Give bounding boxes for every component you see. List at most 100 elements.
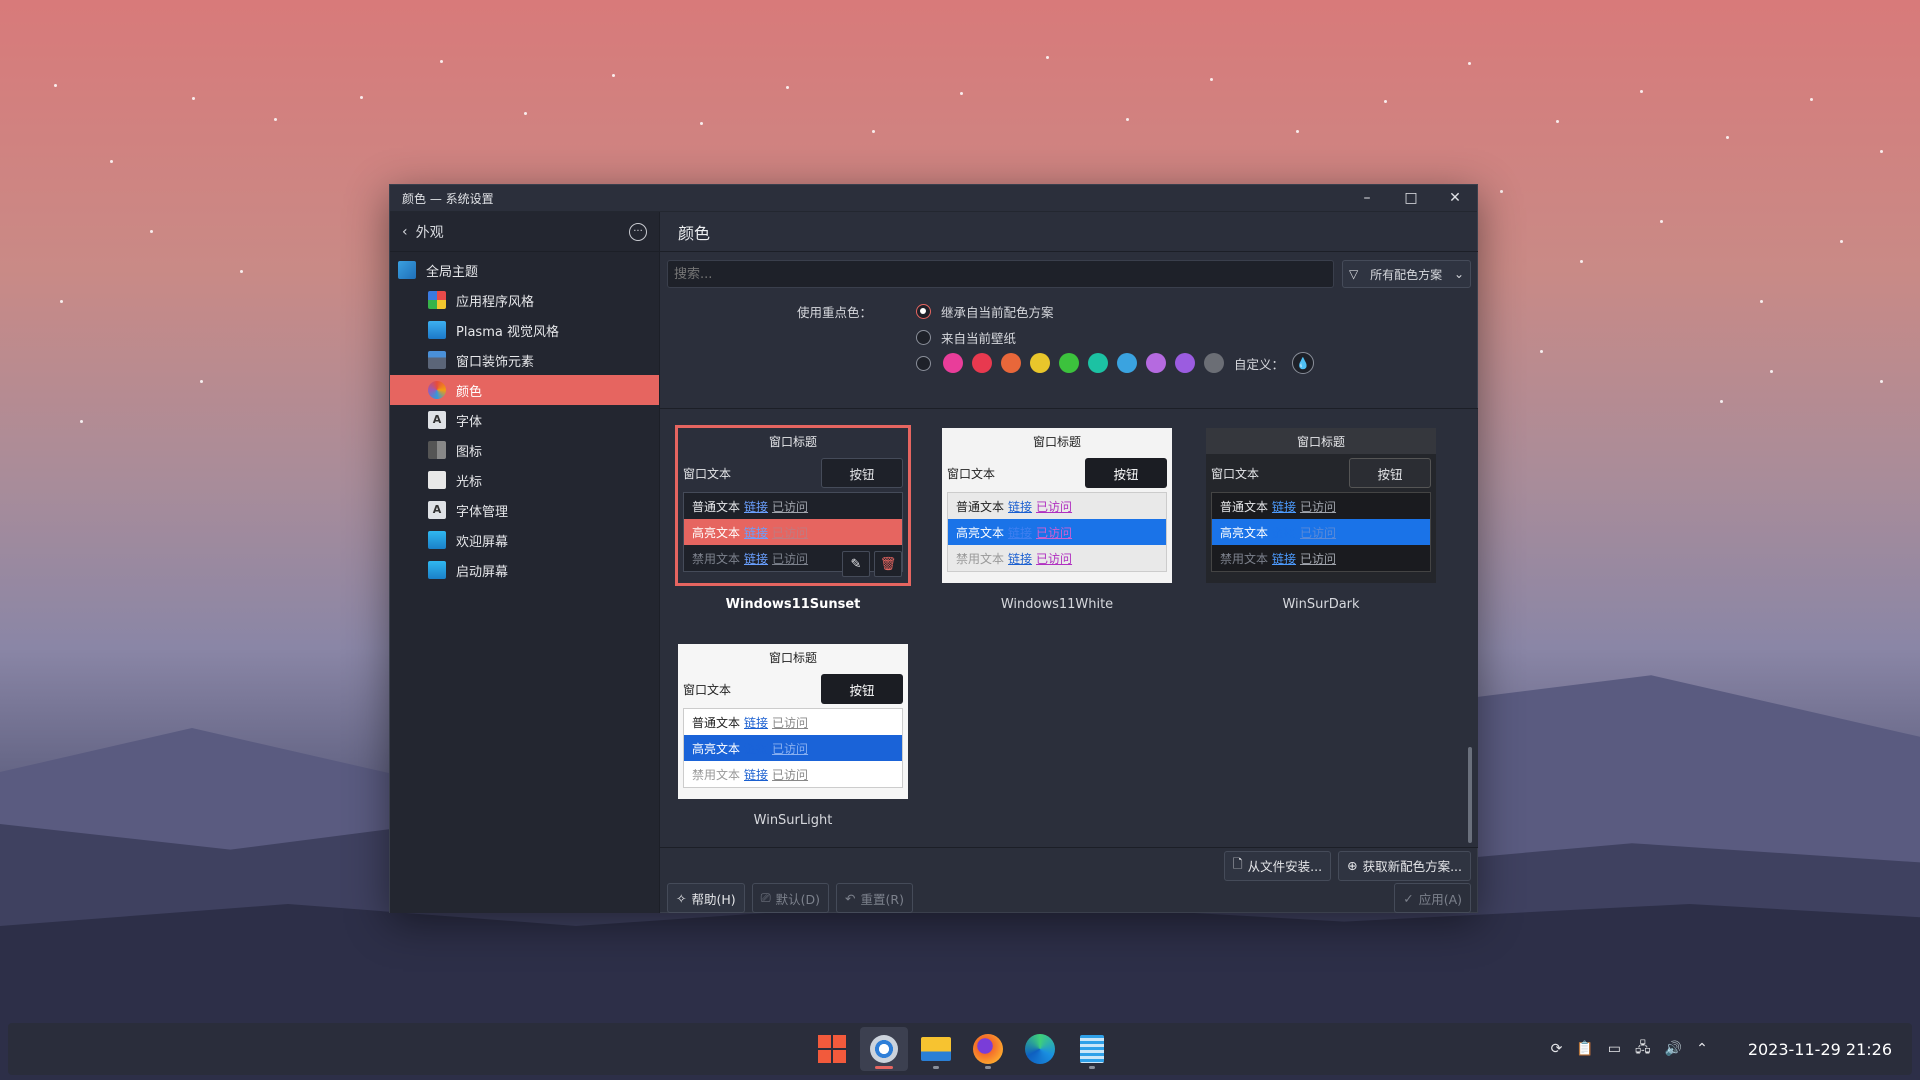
accent-swatch[interactable] <box>1117 353 1137 373</box>
color-picker-icon[interactable]: 💧 <box>1292 352 1315 374</box>
preview-link: 链接 <box>744 741 769 756</box>
close-button[interactable]: ✕ <box>1433 185 1477 212</box>
help-icon: ✧ <box>676 890 687 906</box>
preview-link: 链接 <box>744 551 769 566</box>
reset-label: 重置(R) <box>860 891 904 907</box>
taskbar-notes[interactable] <box>1068 1027 1116 1071</box>
taskbar-firefox[interactable] <box>964 1027 1012 1071</box>
sidebar-item-icons[interactable]: 图标 <box>390 435 659 465</box>
taskbar-system-settings[interactable] <box>860 1027 908 1071</box>
preview-window-row: 窗口文本 按钮 <box>942 454 1172 492</box>
update-icon[interactable]: ⟳ <box>1551 1041 1563 1057</box>
preview-window-text: 窗口文本 <box>683 466 732 481</box>
preview-visited: 已访问 <box>1300 525 1337 540</box>
scheme-actions-bar: 🗋 从文件安装... ⊕ 获取新配色方案... <box>660 849 1478 882</box>
font-manager-icon: A <box>428 501 446 519</box>
check-icon: ✓ <box>1403 890 1414 906</box>
grid-scrollbar[interactable] <box>1468 747 1472 843</box>
plasma-icon <box>428 321 446 339</box>
scheme-card-winsurdark[interactable]: 窗口标题 窗口文本 按钮 普通文本 链接 已访问 高亮文本 链接 已访问 禁用文本 链接已… <box>1206 428 1436 612</box>
defaults-icon: ⎚ <box>760 890 771 905</box>
reset-button[interactable]: ↶ 重置(R) <box>836 883 913 913</box>
sidebar-item-welcome-screen[interactable]: 欢迎屏幕 <box>390 525 659 555</box>
chevron-up-icon[interactable]: ⌃ <box>1696 1041 1708 1057</box>
more-options-icon[interactable]: ··· <box>629 222 647 241</box>
preview-visited: 已访问 <box>772 551 809 566</box>
radio-inherit[interactable] <box>916 304 931 319</box>
accent-option-wallpaper-label: 来自当前壁纸 <box>941 331 1017 346</box>
sidebar-item-label: 欢迎屏幕 <box>456 534 509 550</box>
accent-swatch[interactable] <box>972 353 992 373</box>
sidebar-item-plasma-style[interactable]: Plasma 视觉风格 <box>390 315 659 345</box>
preview-list: 普通文本 链接 已访问 高亮文本 链接 已访问 禁用文本 链接 已访问 <box>947 492 1167 572</box>
preview-disabled-text: 禁用文本 <box>692 767 741 782</box>
accent-option-wallpaper[interactable]: 来自当前壁纸 <box>916 328 1016 347</box>
scheme-preview: 窗口标题 窗口文本 按钮 普通文本 链接 已访问 高亮文本 链接 已访问 禁用文本 链接已… <box>1206 428 1436 583</box>
preview-disabled-row: 禁用文本 链接 已访问 <box>1212 545 1430 571</box>
sidebar-back-label[interactable]: 外观 <box>416 222 629 242</box>
accent-swatch[interactable] <box>1030 353 1050 373</box>
sidebar-item-window-decoration[interactable]: 窗口装饰元素 <box>390 345 659 375</box>
color-scheme-grid: 窗口标题 窗口文本 按钮 普通文本 链接 已访问 高亮文本 链接 已访问 禁用文本 链接已… <box>660 408 1478 848</box>
sidebar-item-label: 窗口装饰元素 <box>456 354 535 370</box>
sidebar-item-splash-screen[interactable]: 启动屏幕 <box>390 555 659 585</box>
clipboard-icon[interactable]: 📋 <box>1576 1041 1593 1057</box>
defaults-button[interactable]: ⎚ 默认(D) <box>751 883 830 913</box>
scheme-filter-dropdown[interactable]: ▽ 所有配色方案 ⌄ <box>1342 260 1471 288</box>
sidebar-list: 全局主题 应用程序风格 Plasma 视觉风格 窗口装饰元素 颜色 A 字体 图… <box>390 252 659 585</box>
radio-swatch[interactable] <box>916 355 931 371</box>
sidebar-item-font-management[interactable]: A 字体管理 <box>390 495 659 525</box>
scheme-card-windows11sunset[interactable]: 窗口标题 窗口文本 按钮 普通文本 链接 已访问 高亮文本 链接 已访问 禁用文本 链接已… <box>675 425 911 612</box>
edit-icon[interactable]: ✎ <box>842 551 870 577</box>
taskbar-file-manager[interactable] <box>912 1027 960 1071</box>
sidebar-item-label: 字体管理 <box>456 504 509 520</box>
apply-label: 应用(A) <box>1418 891 1462 907</box>
splash-screen-icon <box>428 561 446 579</box>
accent-swatch[interactable] <box>1146 353 1166 373</box>
volume-icon[interactable]: 🔊 <box>1665 1041 1682 1057</box>
accent-swatch[interactable] <box>1059 353 1079 373</box>
accent-swatch[interactable] <box>1175 353 1195 373</box>
network-icon[interactable]: 🖧 <box>1635 1037 1651 1061</box>
clock[interactable]: 2023-11-29 21:26 <box>1748 1040 1892 1059</box>
sidebar-item-app-style[interactable]: 应用程序风格 <box>390 285 659 315</box>
back-icon[interactable]: ‹ <box>402 224 408 240</box>
preview-link: 链接 <box>744 767 769 782</box>
sidebar-item-colors[interactable]: 颜色 <box>390 375 659 405</box>
window-titlebar[interactable]: 颜色 — 系统设置 – □ ✕ <box>390 185 1477 212</box>
accent-swatch[interactable] <box>1204 353 1224 373</box>
radio-wallpaper[interactable] <box>916 330 931 345</box>
preview-button: 按钮 <box>1085 458 1167 488</box>
preview-highlight-row: 高亮文本 链接 已访问 <box>684 519 902 545</box>
main-panel: 颜色 ▽ 所有配色方案 ⌄ 使用重点色： 继承自当前配色方案 来自当前壁纸 <box>660 212 1478 913</box>
search-input[interactable] <box>667 260 1334 288</box>
sidebar-item-cursors[interactable]: 光标 <box>390 465 659 495</box>
preview-title: 窗口标题 <box>942 428 1172 454</box>
apply-button[interactable]: ✓ 应用(A) <box>1394 883 1471 913</box>
preview-window-text: 窗口文本 <box>947 466 996 481</box>
help-button[interactable]: ✧ 帮助(H) <box>667 883 745 913</box>
sidebar-item-global-theme[interactable]: 全局主题 <box>390 255 659 285</box>
get-new-schemes-button[interactable]: ⊕ 获取新配色方案... <box>1338 850 1471 881</box>
scheme-name: WinSurLight <box>753 813 833 828</box>
start-menu-button[interactable] <box>808 1027 856 1071</box>
sidebar-item-fonts[interactable]: A 字体 <box>390 405 659 435</box>
delete-icon[interactable]: 🗑 <box>874 551 902 577</box>
accent-swatch[interactable] <box>1001 353 1021 373</box>
preview-highlight-text: 高亮文本 <box>692 741 741 756</box>
preview-normal-text: 普通文本 <box>692 715 741 730</box>
install-from-file-button[interactable]: 🗋 从文件安装... <box>1223 850 1332 881</box>
scheme-card-windows11white[interactable]: 窗口标题 窗口文本 按钮 普通文本 链接 已访问 高亮文本 链接 已访问 禁用文本 链接已… <box>942 428 1172 612</box>
accent-option-inherit[interactable]: 继承自当前配色方案 <box>916 302 1054 321</box>
help-label: 帮助(H) <box>691 891 736 907</box>
preview-link: 链接 <box>1008 551 1033 566</box>
maximize-button[interactable]: □ <box>1389 185 1433 212</box>
accent-swatch[interactable] <box>1088 353 1108 373</box>
accent-swatch[interactable] <box>943 353 963 373</box>
minimize-button[interactable]: – <box>1345 185 1389 212</box>
taskbar-edge[interactable] <box>1016 1027 1064 1071</box>
preview-visited: 已访问 <box>1036 551 1073 566</box>
scheme-card-winsurlight[interactable]: 窗口标题 窗口文本 按钮 普通文本 链接 已访问 高亮文本 链接 已访问 禁用文本 链接已… <box>678 644 908 828</box>
display-icon[interactable]: ▭ <box>1608 1041 1621 1057</box>
app-style-icon <box>428 291 446 309</box>
